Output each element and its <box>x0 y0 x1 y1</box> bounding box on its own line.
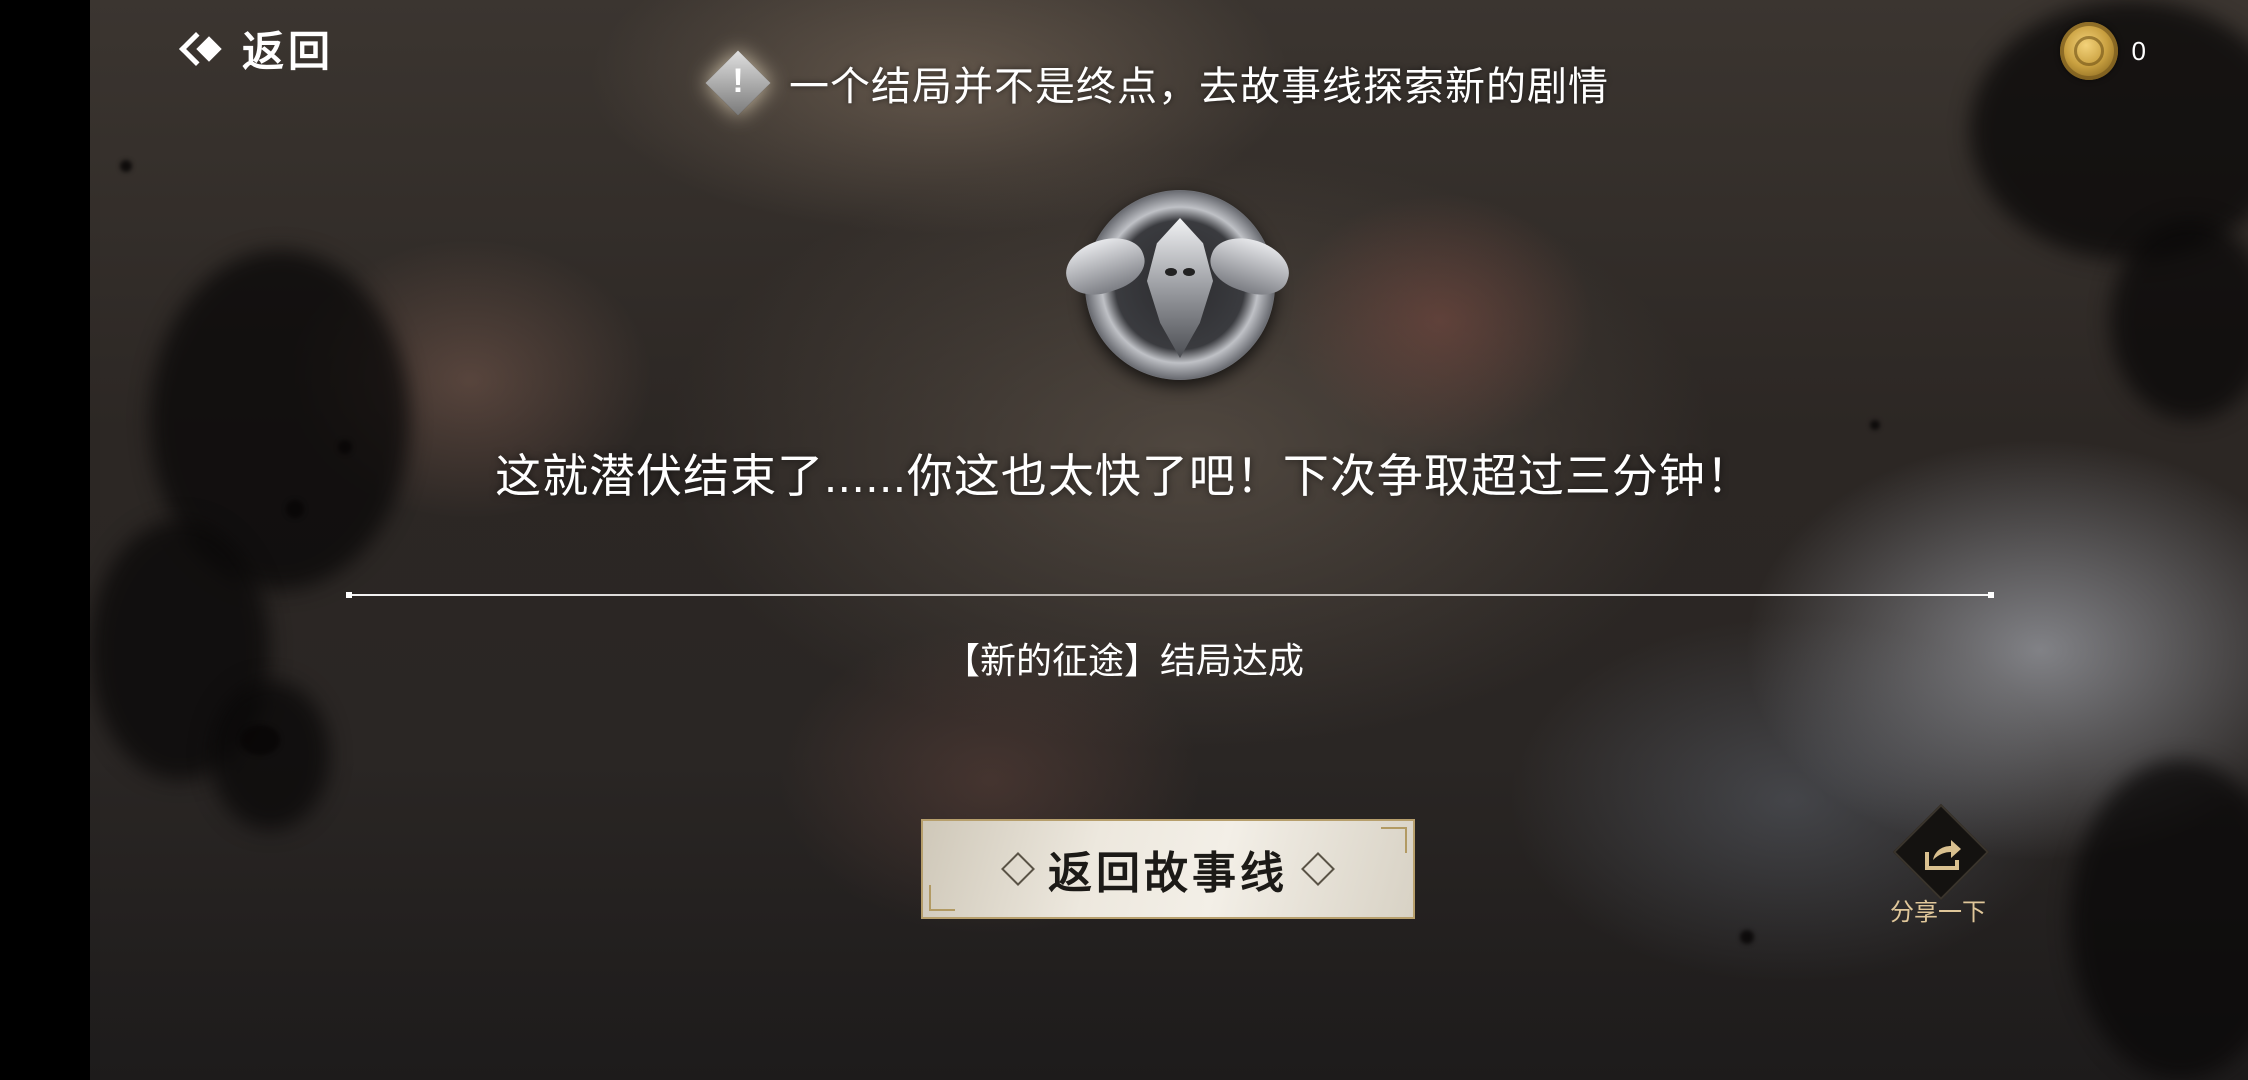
corner-ornament <box>1381 827 1407 853</box>
diamond-right-icon <box>1301 852 1335 886</box>
hint-banner: ! 一个结局并不是终点，去故事线探索新的剧情 <box>705 50 1609 116</box>
left-black-margin <box>0 0 90 1080</box>
insect-emblem-badge <box>1058 190 1297 380</box>
share-icon <box>1925 840 1961 870</box>
exclamation-diamond-icon: ! <box>705 50 771 116</box>
diamond-left-icon <box>1001 852 1035 886</box>
result-message: 这就潜伏结束了......你这也太快了吧！下次争取超过三分钟！ <box>495 450 1753 502</box>
back-button[interactable]: 返回 <box>179 18 335 79</box>
share-label: 分享一下 <box>1890 899 1986 926</box>
return-story-button[interactable]: 返回故事线 <box>921 819 1415 919</box>
hint-text: 一个结局并不是终点，去故事线探索新的剧情 <box>789 65 1609 109</box>
share-button[interactable]: 分享一下 <box>1883 803 1993 926</box>
coin-icon <box>2059 22 2118 80</box>
back-arrow-icon <box>179 26 226 72</box>
ending-title: 【新的征途】结局达成 <box>943 640 1304 681</box>
corner-ornament <box>929 885 955 911</box>
coin-counter: 0 <box>2059 22 2146 80</box>
divider-line <box>346 592 1994 598</box>
return-story-label: 返回故事线 <box>1048 849 1288 898</box>
back-label: 返回 <box>242 30 335 76</box>
coin-count: 0 <box>2131 35 2146 66</box>
